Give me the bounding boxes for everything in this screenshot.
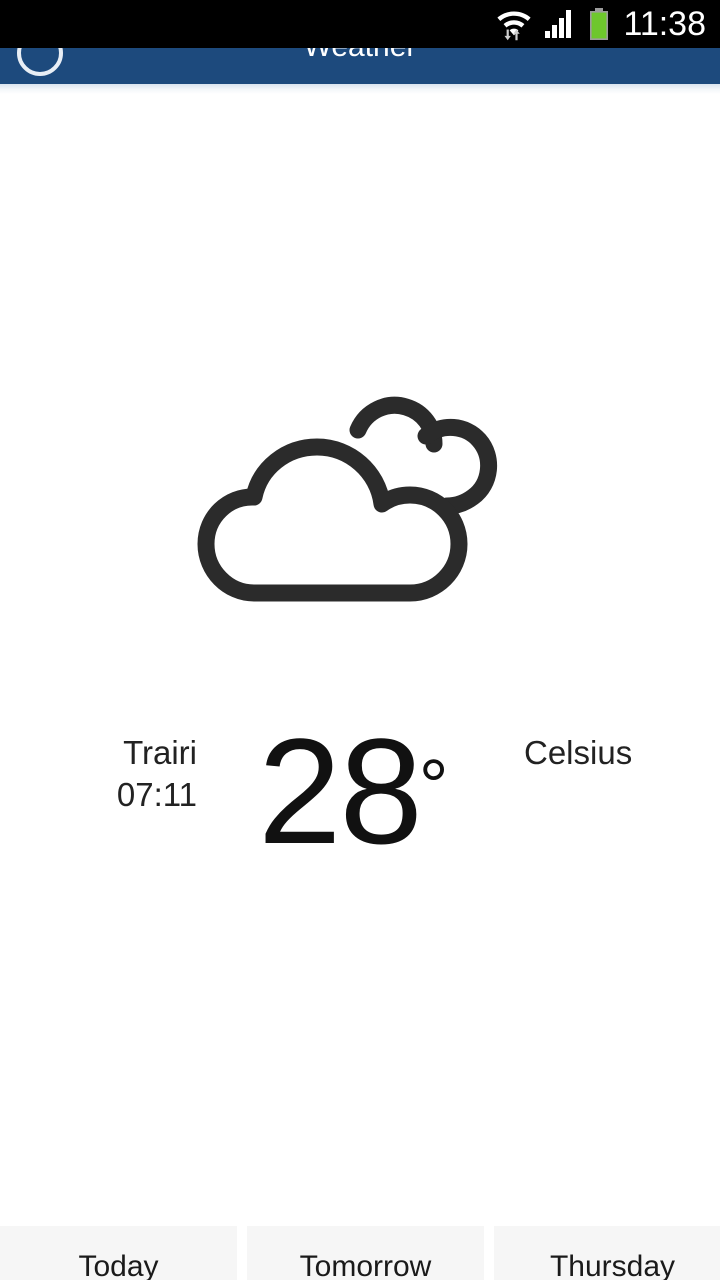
weather-app-screen: Weather <box>0 0 720 1280</box>
battery-icon <box>588 8 610 40</box>
status-bar-clock: 11:38 <box>623 5 706 43</box>
status-bar: 11:38 <box>0 0 720 48</box>
status-bar-icons <box>495 7 610 41</box>
temperature-unit[interactable]: Celsius <box>524 732 632 774</box>
temperature-value: 28 <box>258 707 423 875</box>
main-content: Trairi 07:11 28° Celsius Today Tomorrow … <box>0 94 720 1280</box>
current-condition-icon <box>0 394 720 610</box>
degree-symbol: ° <box>418 743 449 827</box>
forecast-day-label: Thursday <box>549 1250 676 1280</box>
current-readout: Trairi 07:11 28° Celsius <box>0 716 720 866</box>
forecast-day-label: Today <box>78 1250 159 1280</box>
local-time: 07:11 <box>116 776 197 813</box>
forecast-strip[interactable]: Today Tomorrow Thursday <box>0 1226 720 1280</box>
wifi-icon <box>495 7 533 41</box>
temperature-block: 28° <box>258 716 450 866</box>
forecast-card-thursday[interactable]: Thursday <box>494 1226 720 1280</box>
forecast-card-tomorrow[interactable]: Tomorrow <box>247 1226 484 1280</box>
app-bar-shadow <box>0 84 720 94</box>
forecast-day-label: Tomorrow <box>299 1250 432 1280</box>
location-name: Trairi <box>123 734 197 771</box>
cellular-signal-icon <box>544 9 577 39</box>
forecast-card-today[interactable]: Today <box>0 1226 237 1280</box>
location-block: Trairi 07:11 <box>0 732 197 816</box>
